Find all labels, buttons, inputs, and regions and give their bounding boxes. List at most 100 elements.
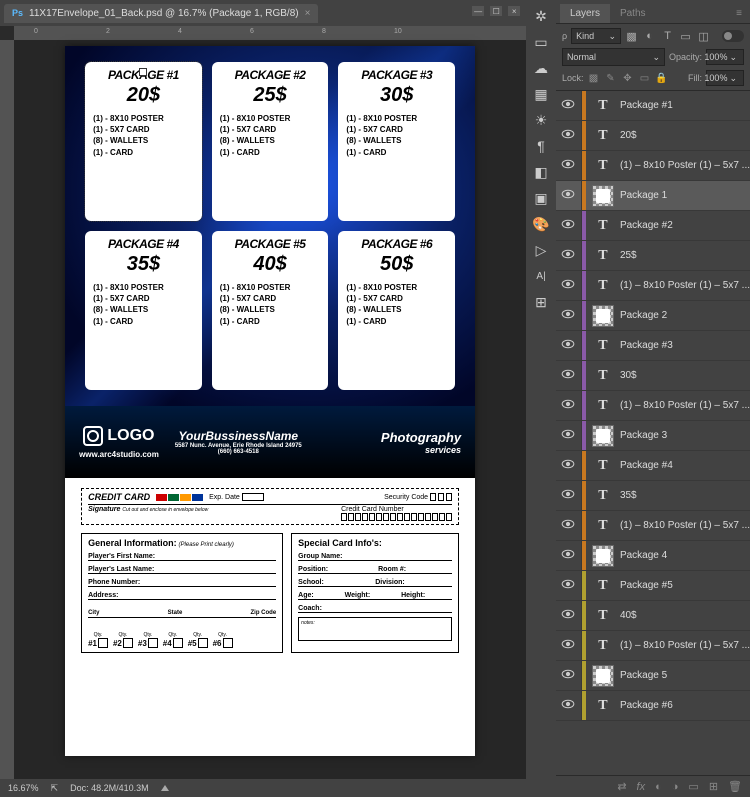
visibility-toggle[interactable] <box>561 459 575 473</box>
visibility-toggle[interactable] <box>561 339 575 353</box>
package-card-1[interactable]: PACKAGE #1 20$ (1) - 8X10 POSTER(1) - 5X… <box>85 62 202 221</box>
layer-row[interactable]: T 30$ <box>556 361 750 391</box>
layer-row[interactable]: T 35$ <box>556 481 750 511</box>
visibility-toggle[interactable] <box>561 579 575 593</box>
layer-row[interactable]: T 25$ <box>556 241 750 271</box>
layer-row[interactable]: T Package #2 <box>556 211 750 241</box>
visibility-toggle[interactable] <box>561 129 575 143</box>
lock-transparent-icon[interactable]: ▩ <box>587 72 599 84</box>
layer-row[interactable]: T (1) – 8x10 Poster (1) – 5x7 ... <box>556 151 750 181</box>
layer-name[interactable]: Package 5 <box>620 670 750 681</box>
layer-row[interactable]: Package 5 <box>556 661 750 691</box>
layer-name[interactable]: Package #3 <box>620 340 750 351</box>
layer-row[interactable]: T (1) – 8x10 Poster (1) – 5x7 ... <box>556 271 750 301</box>
layer-name[interactable]: (1) – 8x10 Poster (1) – 5x7 ... <box>620 280 750 291</box>
visibility-toggle[interactable] <box>561 549 575 563</box>
package-card-6[interactable]: PACKAGE #6 50$ (1) - 8X10 POSTER(1) - 5X… <box>338 231 455 390</box>
close-icon[interactable]: × <box>305 8 311 19</box>
layer-row[interactable]: T (1) – 8x10 Poster (1) – 5x7 ... <box>556 391 750 421</box>
paragraph-icon[interactable]: ¶ <box>529 134 553 158</box>
filter-toggle[interactable] <box>722 30 744 42</box>
lock-artboard-icon[interactable]: ▭ <box>638 72 650 84</box>
layer-name[interactable]: Package #6 <box>620 700 750 711</box>
blend-mode-select[interactable]: Normal⌄ <box>562 48 665 66</box>
layer-fx-icon[interactable]: fx <box>637 781 646 793</box>
layer-name[interactable]: Package #2 <box>620 220 750 231</box>
fill-adjustment-icon[interactable]: ◑ <box>672 781 679 793</box>
maximize-button[interactable]: ☐ <box>490 6 502 16</box>
link-layers-icon[interactable]: ⇄ <box>617 780 626 793</box>
layer-name[interactable]: 25$ <box>620 250 750 261</box>
visibility-toggle[interactable] <box>561 249 575 263</box>
new-group-icon[interactable]: ▭ <box>688 780 698 793</box>
tab-paths[interactable]: Paths <box>610 4 656 23</box>
vertical-ruler[interactable] <box>0 40 14 779</box>
layer-row[interactable]: Package 4 <box>556 541 750 571</box>
export-icon[interactable]: ⇱ <box>51 783 59 794</box>
close-button[interactable]: × <box>508 6 520 16</box>
layer-name[interactable]: Package #1 <box>620 100 750 111</box>
layer-row[interactable]: T 40$ <box>556 601 750 631</box>
swatches-icon[interactable]: ▦ <box>529 82 553 106</box>
filter-smart-icon[interactable]: ◫ <box>697 30 710 43</box>
minimize-button[interactable]: — <box>472 6 484 16</box>
tab-layers[interactable]: Layers <box>560 4 610 23</box>
layer-row[interactable]: T 20$ <box>556 121 750 151</box>
new-layer-icon[interactable]: ⊞ <box>709 780 718 793</box>
chevron-right-icon[interactable] <box>161 785 169 791</box>
visibility-toggle[interactable] <box>561 369 575 383</box>
visibility-toggle[interactable] <box>561 309 575 323</box>
layer-row[interactable]: T Package #5 <box>556 571 750 601</box>
play-icon[interactable]: ▷ <box>529 238 553 262</box>
lock-all-icon[interactable]: 🔒 <box>655 72 667 84</box>
fill-input[interactable]: 100%⌄ <box>706 70 744 86</box>
visibility-toggle[interactable] <box>561 489 575 503</box>
folder-icon[interactable]: ▭ <box>529 30 553 54</box>
layer-name[interactable]: Package #5 <box>620 580 750 591</box>
palette-icon[interactable]: 🎨 <box>529 212 553 236</box>
layer-row[interactable]: T Package #1 <box>556 91 750 121</box>
layer-row[interactable]: Package 1 <box>556 181 750 211</box>
layer-row[interactable]: T (1) – 8x10 Poster (1) – 5x7 ... <box>556 511 750 541</box>
package-card-3[interactable]: PACKAGE #3 30$ (1) - 8X10 POSTER(1) - 5X… <box>338 62 455 221</box>
visibility-toggle[interactable] <box>561 669 575 683</box>
visibility-toggle[interactable] <box>561 189 575 203</box>
opacity-input[interactable]: 100%⌄ <box>706 49 744 65</box>
kind-filter-select[interactable]: Kind⌄ <box>571 28 621 44</box>
grid-icon[interactable]: ⊞ <box>529 290 553 314</box>
lock-paint-icon[interactable]: ✎ <box>604 72 616 84</box>
filter-shape-icon[interactable]: ▭ <box>679 30 692 43</box>
layer-row[interactable]: T Package #6 <box>556 691 750 721</box>
character-icon[interactable]: A| <box>529 264 553 288</box>
layer-row[interactable]: Package 3 <box>556 421 750 451</box>
horizontal-ruler[interactable]: 0 2 4 6 8 10 <box>14 26 526 40</box>
filter-pixel-icon[interactable]: ▩ <box>625 30 638 43</box>
cube-icon[interactable]: ◧ <box>529 160 553 184</box>
layer-name[interactable]: Package 4 <box>620 550 750 561</box>
layer-row[interactable]: T Package #3 <box>556 331 750 361</box>
doc-size[interactable]: Doc: 48.2M/410.3M <box>70 783 149 793</box>
filter-adjustment-icon[interactable]: ◐ <box>643 30 656 43</box>
layer-name[interactable]: 20$ <box>620 130 750 141</box>
layer-name[interactable]: 30$ <box>620 370 750 381</box>
box-icon[interactable]: ▣ <box>529 186 553 210</box>
visibility-toggle[interactable] <box>561 159 575 173</box>
layer-name[interactable]: Package 3 <box>620 430 750 441</box>
visibility-toggle[interactable] <box>561 429 575 443</box>
layer-name[interactable]: Package 1 <box>620 190 750 201</box>
layer-mask-icon[interactable]: ◐ <box>655 781 662 793</box>
layer-name[interactable]: Package #4 <box>620 460 750 471</box>
cloud-icon[interactable]: ☁ <box>529 56 553 80</box>
layer-name[interactable]: (1) – 8x10 Poster (1) – 5x7 ... <box>620 640 750 651</box>
layer-name[interactable]: (1) – 8x10 Poster (1) – 5x7 ... <box>620 400 750 411</box>
layer-name[interactable]: 35$ <box>620 490 750 501</box>
canvas-viewport[interactable]: PACKAGE #1 20$ (1) - 8X10 POSTER(1) - 5X… <box>14 40 526 779</box>
zoom-level[interactable]: 16.67% <box>8 783 39 793</box>
layer-list[interactable]: T Package #1 T 20$ T (1) – 8x10 Poster (… <box>556 91 750 775</box>
panel-menu-icon[interactable]: ≡ <box>728 4 750 23</box>
layer-name[interactable]: (1) – 8x10 Poster (1) – 5x7 ... <box>620 160 750 171</box>
visibility-toggle[interactable] <box>561 519 575 533</box>
layer-row[interactable]: Package 2 <box>556 301 750 331</box>
filter-type-icon[interactable]: T <box>661 30 674 43</box>
compass-icon[interactable]: ✲ <box>529 4 553 28</box>
